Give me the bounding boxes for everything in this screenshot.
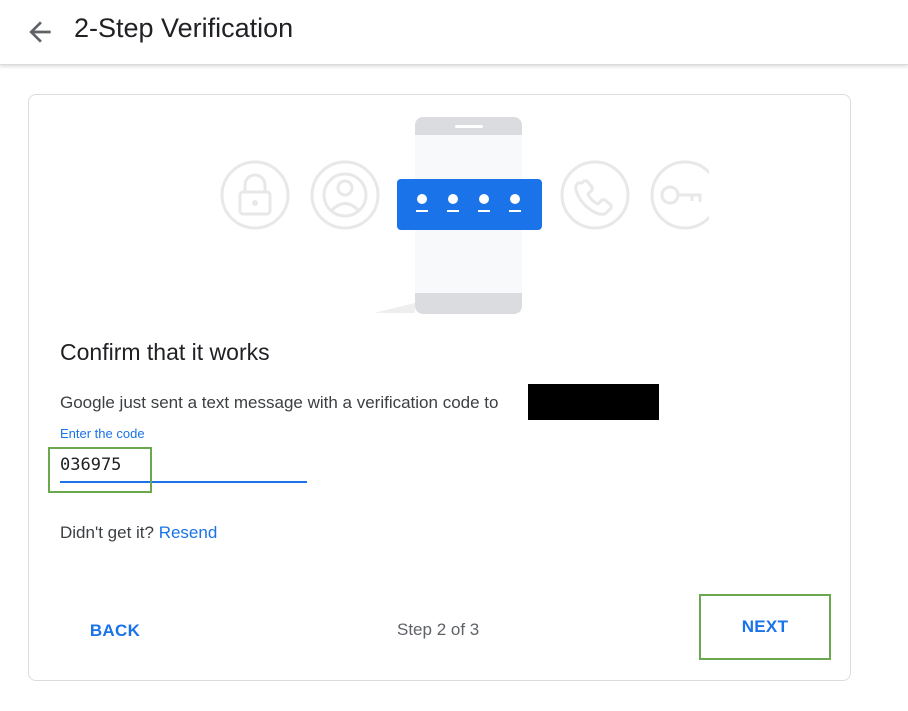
verification-code-input[interactable]: [56, 447, 306, 483]
didnt-get-it-text: Didn't get it?: [60, 523, 154, 542]
top-app-bar: 2-Step Verification: [0, 0, 908, 65]
redacted-phone-number: [528, 384, 659, 420]
lock-icon: [220, 160, 290, 230]
confirm-heading: Confirm that it works: [60, 339, 270, 365]
code-box-illustration: [397, 179, 542, 230]
resend-link[interactable]: Resend: [159, 523, 218, 542]
account-circle-icon: [310, 160, 380, 230]
phone-icon: [560, 160, 630, 230]
page-title: 2-Step Verification: [74, 13, 294, 43]
verification-card: Confirm that it works Google just sent a…: [28, 94, 851, 681]
step-indicator: Step 2 of 3: [397, 620, 480, 639]
code-field-underline: [60, 481, 307, 483]
verification-message: Google just sent a text message with a v…: [60, 393, 499, 412]
verification-illustration: [220, 117, 709, 314]
key-icon: [650, 160, 709, 230]
resend-line: Didn't get it? Resend: [60, 523, 217, 543]
arrow-back-icon[interactable]: [24, 16, 56, 48]
next-button[interactable]: NEXT: [699, 594, 831, 660]
code-field-label: Enter the code: [60, 426, 145, 441]
back-button[interactable]: BACK: [75, 609, 155, 653]
